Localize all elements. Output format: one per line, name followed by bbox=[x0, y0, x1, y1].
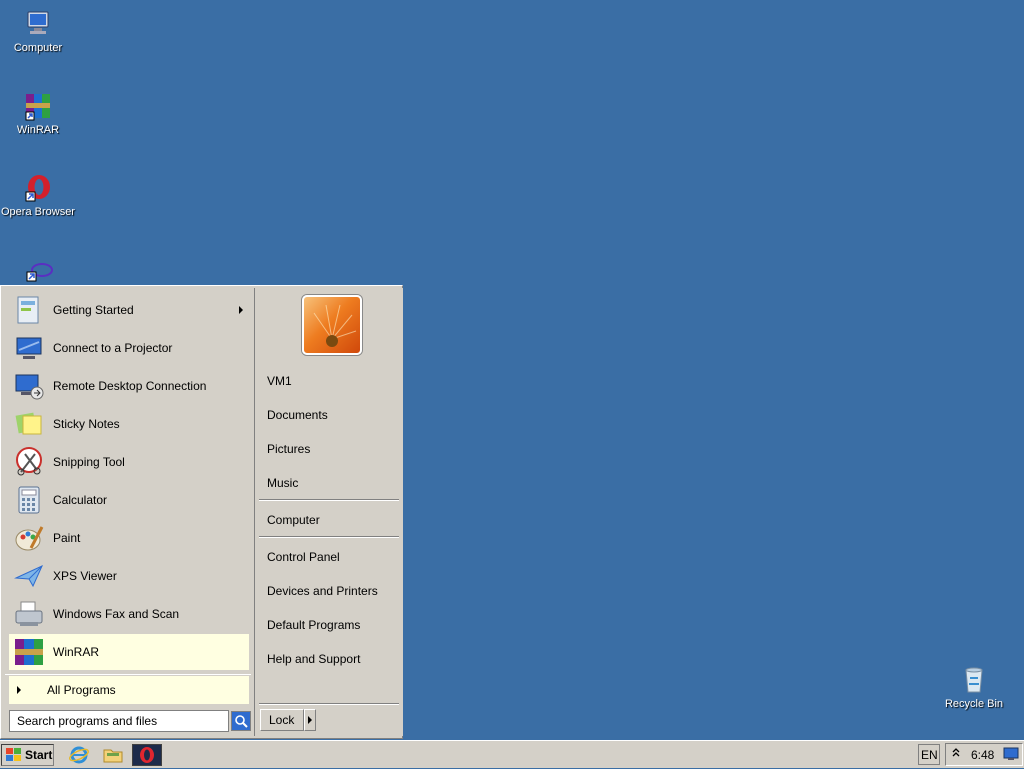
show-desktop-button[interactable] bbox=[1003, 747, 1019, 764]
program-winrar[interactable]: WinRAR bbox=[9, 634, 249, 670]
submenu-arrow-icon bbox=[239, 306, 243, 314]
power-options-arrow-button[interactable] bbox=[304, 709, 316, 731]
start-button[interactable]: Start bbox=[1, 744, 54, 766]
places-item-user[interactable]: VM1 bbox=[267, 374, 292, 388]
projector-icon bbox=[13, 332, 45, 364]
opera-icon bbox=[140, 747, 154, 763]
places-item-computer[interactable]: Computer bbox=[267, 513, 320, 527]
places-item-help-support[interactable]: Help and Support bbox=[267, 652, 360, 666]
windows-logo-icon bbox=[6, 748, 21, 761]
user-picture[interactable] bbox=[302, 295, 362, 355]
lock-button[interactable]: Lock bbox=[260, 709, 304, 731]
taskbar-file-explorer[interactable] bbox=[102, 744, 124, 766]
places-item-control-panel[interactable]: Control Panel bbox=[267, 550, 340, 564]
program-calculator[interactable]: Calculator bbox=[9, 482, 249, 518]
places-item-default-programs[interactable]: Default Programs bbox=[267, 618, 360, 632]
sticky-notes-icon bbox=[13, 408, 45, 440]
winrar-icon bbox=[13, 636, 45, 668]
desktop-icon-opera[interactable]: Opera Browser bbox=[0, 172, 76, 219]
program-label: Sticky Notes bbox=[53, 417, 120, 431]
internet-explorer-icon bbox=[69, 746, 89, 764]
places-item-pictures[interactable]: Pictures bbox=[267, 442, 310, 456]
program-label: Getting Started bbox=[53, 303, 134, 317]
search-icon bbox=[232, 712, 250, 730]
chevron-up-icon bbox=[952, 748, 960, 757]
search-input[interactable]: Search programs and files bbox=[9, 710, 229, 732]
start-menu-programs-pane: Getting Started Connect to a Projector R… bbox=[3, 288, 253, 736]
recycle-bin-icon bbox=[958, 664, 990, 696]
remote-desktop-icon bbox=[13, 370, 45, 402]
taskbar: Start EN 6:48 bbox=[0, 740, 1024, 768]
program-sticky-notes[interactable]: Sticky Notes bbox=[9, 406, 249, 442]
desktop-icon-label: Opera Browser bbox=[1, 206, 75, 218]
expand-arrow-icon bbox=[17, 686, 21, 694]
monitor-icon bbox=[1003, 747, 1019, 760]
folder-icon bbox=[103, 749, 123, 763]
snipping-tool-icon bbox=[13, 446, 45, 478]
paint-icon bbox=[13, 522, 45, 554]
places-separator bbox=[259, 703, 399, 705]
program-getting-started[interactable]: Getting Started bbox=[9, 292, 249, 328]
clock[interactable]: 6:48 bbox=[971, 748, 994, 762]
start-label: Start bbox=[25, 748, 53, 762]
calculator-icon bbox=[13, 484, 45, 516]
program-xps-viewer[interactable]: XPS Viewer bbox=[9, 558, 249, 594]
program-label: Remote Desktop Connection bbox=[53, 379, 207, 393]
places-separator bbox=[259, 536, 399, 538]
program-label: WinRAR bbox=[53, 645, 100, 659]
language-indicator[interactable]: EN bbox=[918, 744, 940, 765]
winrar-icon bbox=[22, 90, 54, 122]
computer-icon bbox=[22, 8, 54, 40]
desktop-icon-computer[interactable]: Computer bbox=[0, 8, 76, 55]
program-label: Connect to a Projector bbox=[53, 341, 173, 355]
start-menu: Getting Started Connect to a Projector R… bbox=[0, 285, 403, 739]
program-remote-desktop[interactable]: Remote Desktop Connection bbox=[9, 368, 249, 404]
desktop-icon-winrar[interactable]: WinRAR bbox=[0, 90, 76, 137]
desktop-icon-label: Recycle Bin bbox=[944, 698, 1004, 710]
show-hidden-icons-button[interactable] bbox=[952, 746, 960, 761]
xps-viewer-icon bbox=[13, 560, 45, 592]
program-label: XPS Viewer bbox=[53, 569, 117, 583]
flower-avatar-icon bbox=[313, 304, 357, 347]
program-label: Paint bbox=[53, 531, 81, 545]
all-programs-button[interactable]: All Programs bbox=[9, 676, 249, 704]
program-label: Calculator bbox=[53, 493, 108, 507]
places-separator bbox=[259, 499, 399, 501]
taskbar-internet-explorer[interactable] bbox=[68, 744, 90, 766]
desktop-icon-label: Computer bbox=[13, 42, 63, 54]
search-button[interactable] bbox=[231, 711, 251, 731]
system-tray: 6:48 bbox=[945, 743, 1023, 766]
program-snipping-tool[interactable]: Snipping Tool bbox=[9, 444, 249, 480]
opera-icon bbox=[22, 172, 54, 204]
program-fax-scan[interactable]: Windows Fax and Scan bbox=[9, 596, 249, 632]
program-connect-projector[interactable]: Connect to a Projector bbox=[9, 330, 249, 366]
places-item-devices-printers[interactable]: Devices and Printers bbox=[267, 584, 378, 598]
search-placeholder: Search programs and files bbox=[17, 714, 158, 728]
taskbar-opera[interactable] bbox=[132, 744, 162, 766]
desktop-icon-recycle-bin[interactable]: Recycle Bin bbox=[936, 664, 1012, 711]
fax-scan-icon bbox=[13, 598, 45, 630]
desktop-icon-label: WinRAR bbox=[16, 124, 60, 136]
getting-started-icon bbox=[13, 294, 45, 326]
start-menu-places-pane: VM1 Documents Pictures Music Computer Co… bbox=[254, 288, 403, 736]
all-programs-label: All Programs bbox=[47, 683, 116, 697]
places-item-music[interactable]: Music bbox=[267, 476, 298, 490]
program-label: Windows Fax and Scan bbox=[53, 607, 180, 621]
program-paint[interactable]: Paint bbox=[9, 520, 249, 556]
program-label: Snipping Tool bbox=[53, 455, 125, 469]
programs-separator bbox=[5, 674, 251, 675]
places-item-documents[interactable]: Documents bbox=[267, 408, 328, 422]
